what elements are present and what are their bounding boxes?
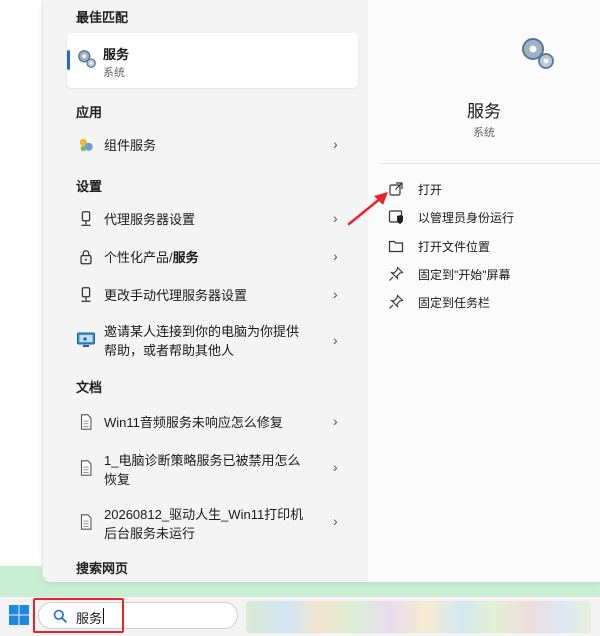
chevron-right-icon: › [333, 413, 338, 429]
chevron-right-icon: › [333, 136, 338, 152]
section-apps: 应用 [76, 105, 103, 120]
divider [380, 163, 600, 164]
document-item-label: Win11音频服务未响应怎么修复 [104, 415, 283, 430]
settings-item-label: 个性化产品/服务 [104, 250, 199, 265]
settings-item-proxy[interactable]: 代理服务器设置 › [67, 208, 358, 232]
document-item-label-line1: 1_电脑诊断策略服务已被禁用怎么 [104, 453, 301, 468]
best-match-result[interactable]: 服务 系统 [67, 33, 358, 88]
chevron-right-icon: › [333, 248, 338, 264]
document-item-label-line1: 20260812_驱动人生_Win11打印机 [104, 507, 304, 522]
component-services-icon [79, 138, 93, 152]
best-match-subtitle: 系统 [103, 67, 125, 79]
action-label: 固定到任务栏 [418, 296, 491, 310]
document-item-label-line2: 后台服务未运行 [104, 526, 196, 541]
document-item[interactable]: 1_电脑诊断策略服务已被禁用怎么 恢复 › [67, 449, 358, 491]
pin-icon [389, 266, 404, 281]
settings-item-label: 更改手动代理服务器设置 [104, 288, 248, 303]
settings-item-personalized-services[interactable]: 个性化产品/服务 › [67, 246, 358, 270]
annotation-highlight-box [33, 598, 124, 633]
settings-item-label-line2: 帮助，或者帮助其他人 [104, 343, 235, 358]
app-item-label: 组件服务 [104, 138, 157, 153]
settings-item-label: 代理服务器设置 [104, 212, 196, 227]
taskbar-pinned-apps-blurred [246, 601, 591, 633]
settings-item-manual-proxy[interactable]: 更改手动代理服务器设置 › [67, 284, 358, 308]
settings-item-label-line1: 邀请某人连接到你的电脑为你提供 [104, 324, 300, 339]
detail-title: 服务 [467, 102, 501, 121]
section-settings: 设置 [76, 179, 103, 194]
action-label: 打开 [418, 183, 443, 197]
best-match-title: 服务 [103, 47, 130, 62]
document-icon [80, 460, 92, 476]
selection-indicator [67, 50, 70, 70]
gears-icon [522, 38, 554, 69]
action-label: 以管理员身份运行 [418, 211, 515, 225]
action-label: 固定到"开始"屏幕 [418, 268, 511, 282]
windows-start-icon[interactable] [7, 603, 31, 627]
chevron-right-icon: › [333, 210, 338, 226]
gears-icon [78, 50, 96, 68]
chevron-right-icon: › [333, 286, 338, 302]
chevron-right-icon: › [333, 459, 338, 475]
section-best-match: 最佳匹配 [76, 10, 129, 25]
chevron-right-icon: › [333, 513, 338, 529]
action-label: 打开文件位置 [418, 240, 491, 254]
settings-item-remote-assistance[interactable]: 邀请某人连接到你的电脑为你提供 帮助，或者帮助其他人 › [67, 320, 358, 362]
document-icon [80, 514, 92, 530]
chevron-right-icon: › [333, 332, 338, 348]
remote-assist-icon [77, 332, 95, 347]
pin-icon [389, 294, 404, 309]
detail-subtitle: 系统 [473, 127, 495, 139]
proxy-icon [81, 211, 91, 226]
app-item-component-services[interactable]: 组件服务 › [67, 134, 358, 158]
lock-icon [80, 250, 92, 265]
document-item-label-line2: 恢复 [104, 472, 131, 487]
document-item[interactable]: Win11音频服务未响应怎么修复 › [67, 411, 358, 435]
section-search-web: 搜索网页 [76, 561, 129, 576]
detail-pane [368, 0, 600, 582]
document-icon [80, 414, 92, 430]
folder-icon [388, 240, 404, 253]
proxy-icon [81, 287, 91, 302]
document-item[interactable]: 20260812_驱动人生_Win11打印机 后台服务未运行 › [67, 503, 358, 545]
annotation-arrow-icon [347, 192, 388, 226]
section-documents: 文档 [76, 380, 103, 395]
